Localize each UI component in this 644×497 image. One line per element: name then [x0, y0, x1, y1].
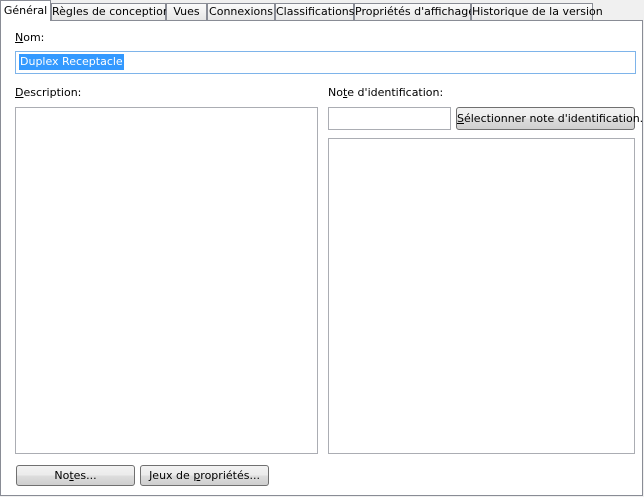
select-key-note-button-label: électionner note d'identification...	[463, 112, 644, 125]
tab-design-rules-label: Règles de conception	[52, 5, 170, 18]
name-label: Nom:	[15, 31, 44, 44]
key-note-input[interactable]	[328, 107, 451, 130]
tab-version-history-label: Historique de la version	[472, 5, 603, 18]
property-sets-button-post: ropriétés...	[200, 469, 260, 482]
description-textarea[interactable]	[15, 107, 318, 454]
tab-design-rules[interactable]: Règles de conception	[51, 3, 170, 20]
tab-views-label: Vues	[173, 5, 200, 18]
select-key-note-button[interactable]: Sélectionner note d'identification...	[456, 107, 644, 130]
notes-button-pre: No	[54, 469, 70, 482]
tab-classifications-label: Classifications	[276, 5, 355, 18]
notes-button[interactable]: Notes...	[16, 465, 135, 486]
description-label-text: escription:	[23, 86, 82, 99]
description-label: Description:	[15, 86, 81, 99]
name-label-mnemonic: N	[15, 31, 24, 44]
tab-views[interactable]: Vues	[166, 3, 207, 20]
name-label-text: om:	[23, 31, 45, 44]
tab-connections[interactable]: Connexions	[207, 3, 275, 20]
key-note-details-box	[328, 138, 635, 454]
tab-connections-label: Connexions	[209, 5, 273, 18]
key-note-label: Note d'identification:	[328, 86, 443, 99]
property-sets-button[interactable]: Jeux de propriétés...	[140, 465, 269, 486]
notes-button-post: es...	[73, 469, 97, 482]
tab-display-properties[interactable]: Propriétés d'affichage	[354, 3, 475, 20]
name-input[interactable]: Duplex Receptacle	[15, 51, 636, 74]
tab-general[interactable]: Général	[0, 0, 51, 21]
tab-display-properties-label: Propriétés d'affichage	[355, 5, 475, 18]
select-key-note-button-mnemonic: S	[457, 112, 464, 125]
tab-classifications[interactable]: Classifications	[275, 3, 355, 20]
tab-general-label: Général	[3, 4, 48, 17]
name-input-value: Duplex Receptacle	[19, 54, 124, 70]
property-sets-button-pre: Jeux de	[149, 469, 194, 482]
tab-version-history[interactable]: Historique de la version	[471, 3, 603, 20]
tab-strip: Général Règles de conception Vues Connex…	[0, 0, 644, 21]
key-note-label-post: e d'identification:	[347, 86, 444, 99]
key-note-label-pre: No	[328, 86, 343, 99]
